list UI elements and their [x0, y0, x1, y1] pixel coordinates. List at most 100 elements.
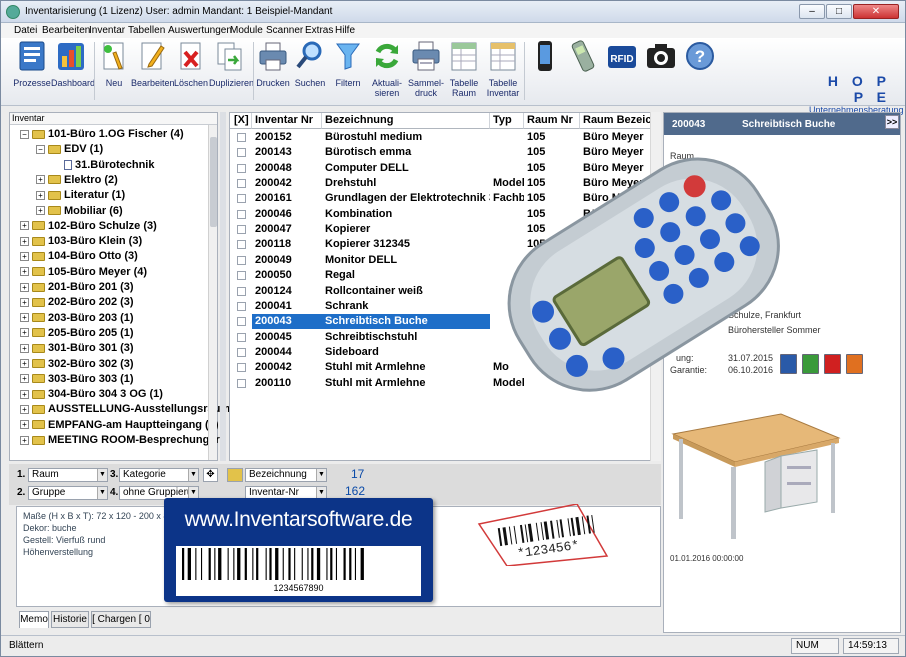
row-checkbox[interactable]	[237, 163, 246, 173]
pdf-file-icon[interactable]	[824, 354, 841, 374]
tree-node[interactable]: + Mobiliar (6)	[36, 204, 123, 219]
tree-node[interactable]: +205-Büro 205 (1)	[20, 326, 134, 341]
expand-icon[interactable]: +	[20, 389, 29, 399]
tab-historie[interactable]: Historie	[51, 611, 89, 628]
tab-chargen[interactable]: [ Chargen [ 0	[91, 611, 151, 628]
expand-icon[interactable]: +	[20, 221, 29, 231]
duplizieren-button[interactable]: Duplizieren	[209, 40, 254, 102]
group-select-1[interactable]: Raum ▼	[28, 468, 108, 482]
drucken-button[interactable]: Drucken	[255, 40, 291, 102]
bearbeiten-button[interactable]: Bearbeiten	[131, 40, 175, 102]
tabelle-raum-button[interactable]: Tabelle Raum	[445, 40, 483, 102]
table-row[interactable]: 200047 Kopierer 105	[230, 222, 660, 237]
move-button[interactable]: ✥	[203, 468, 218, 482]
expand-icon[interactable]: +	[20, 404, 29, 414]
expand-icon[interactable]: +	[20, 267, 29, 277]
tree-node[interactable]: + AUSSTELLUNG-Ausstellungsraum	[20, 402, 230, 417]
aktualisieren-button[interactable]: Aktuali- sieren	[367, 40, 407, 102]
menu-inventar[interactable]: Inventar	[89, 25, 125, 36]
menu-extras[interactable]: Extras	[305, 25, 333, 36]
expand-icon[interactable]: +	[20, 343, 29, 353]
expand-panel-button[interactable]: >>	[885, 115, 899, 129]
expand-icon[interactable]: +	[20, 359, 29, 369]
camera-button[interactable]	[643, 40, 679, 102]
close-button[interactable]: ✕	[853, 4, 899, 19]
tree-node[interactable]: +303-Büro 303 (1)	[20, 372, 134, 387]
table-row[interactable]: 200143 Bürotisch emma 105 Büro Meyer	[230, 145, 660, 160]
expand-icon[interactable]: +	[36, 190, 45, 200]
col-header-bezeichnung[interactable]: Bezeichnung	[322, 113, 490, 129]
tree-node[interactable]: +304-Büro 304 3 OG (1)	[20, 387, 163, 402]
expand-icon[interactable]: +	[20, 420, 29, 430]
tree-node[interactable]: +201-Büro 201 (3)	[20, 280, 134, 295]
row-checkbox[interactable]	[237, 363, 246, 373]
row-checkbox[interactable]	[237, 225, 246, 235]
tree-scrollbar[interactable]	[208, 125, 217, 460]
tree-node[interactable]: + Elektro (2)	[36, 173, 118, 188]
table-row[interactable]: 200049 Monitor DELL 105	[230, 253, 660, 268]
group-select-2[interactable]: Gruppe ▼	[28, 486, 108, 500]
row-checkbox[interactable]	[237, 301, 246, 311]
dashboard-button[interactable]: Dashboard	[51, 40, 95, 102]
table-row[interactable]: 200042 Drehstuhl Modell105 Büro Meyer	[230, 176, 660, 191]
row-checkbox[interactable]	[237, 286, 246, 296]
col-header-inventar-nr[interactable]: Inventar Nr	[252, 113, 322, 129]
row-checkbox[interactable]	[237, 378, 246, 388]
expand-icon[interactable]: +	[20, 374, 29, 384]
minimize-button[interactable]: –	[799, 4, 825, 19]
menu-hilfe[interactable]: Hilfe	[335, 25, 355, 36]
tree-node[interactable]: − EDV (1)	[36, 142, 103, 157]
excel-file-icon[interactable]	[802, 354, 819, 374]
row-checkbox[interactable]	[237, 179, 246, 189]
splitter[interactable]	[220, 112, 226, 461]
row-checkbox[interactable]	[237, 209, 246, 219]
expand-icon[interactable]: +	[20, 435, 29, 445]
loeschen-button[interactable]: Löschen	[173, 40, 209, 102]
table-row[interactable]: 200050 Regal 105	[230, 268, 660, 283]
col-header-raum-nr[interactable]: Raum Nr	[524, 113, 580, 129]
tabelle-inventar-button[interactable]: Tabelle Inventar	[483, 40, 523, 102]
collapse-icon[interactable]: −	[20, 129, 29, 139]
sort-select-1[interactable]: Bezeichnung ▼	[245, 468, 327, 482]
tree-node[interactable]: +102-Büro Schulze (3)	[20, 219, 157, 234]
expand-icon[interactable]: +	[20, 236, 29, 246]
tree-node[interactable]: +302-Büro 302 (3)	[20, 357, 134, 372]
row-checkbox[interactable]	[237, 332, 246, 342]
row-checkbox[interactable]	[237, 271, 246, 281]
tree-node[interactable]: +104-Büro Otto (3)	[20, 249, 138, 264]
grid-scrollbar[interactable]	[650, 112, 661, 461]
menu-datei[interactable]: Datei	[14, 25, 37, 36]
word-file-icon[interactable]	[780, 354, 797, 374]
filtern-button[interactable]: Filtern	[329, 40, 367, 102]
prozesse-button[interactable]: Prozesse	[13, 40, 51, 102]
tab-memo[interactable]: Memo	[19, 611, 49, 628]
row-checkbox[interactable]	[237, 240, 246, 250]
menu-bearbeiten[interactable]: Bearbeiten	[42, 25, 90, 36]
menu-auswertungen[interactable]: Auswertungen	[168, 25, 232, 36]
row-checkbox[interactable]	[237, 347, 246, 357]
tree-node[interactable]: +301-Büro 301 (3)	[20, 341, 134, 356]
sort-icon[interactable]	[227, 468, 243, 482]
tree-node[interactable]: − 101-Büro 1.OG Fischer (4)	[20, 127, 184, 142]
menu-scanner[interactable]: Scanner	[266, 25, 303, 36]
table-row[interactable]: 200110 Stuhl mit Armlehne Model	[230, 376, 660, 391]
suchen-button[interactable]: Suchen	[291, 40, 329, 102]
sammeldruck-button[interactable]: Sammel- druck	[407, 40, 445, 102]
col-header-typ[interactable]: Typ	[490, 113, 524, 129]
menu-module[interactable]: Module	[230, 25, 263, 36]
col-header-raum-bezeichnung[interactable]: Raum Bezeichn	[580, 113, 660, 129]
table-row[interactable]: 200118 Kopierer 312345 105	[230, 237, 660, 252]
group-select-3[interactable]: Kategorie ▼	[119, 468, 199, 482]
table-row[interactable]: 200048 Computer DELL 105 Büro Meyer	[230, 161, 660, 176]
mobile-button[interactable]	[527, 40, 563, 102]
table-row[interactable]: 200161 Grundlagen der Elektrotechnik 3 Fac…	[230, 191, 660, 206]
scanner-button[interactable]	[565, 40, 601, 102]
row-checkbox[interactable]	[237, 133, 246, 142]
tree-node[interactable]: + Literatur (1)	[36, 188, 125, 203]
table-row[interactable]: 200044 Sideboard	[230, 345, 660, 360]
tree-node[interactable]: 31.Bürotechnik	[52, 158, 154, 173]
tree-node[interactable]: + MEETING ROOM-Besprechungsr	[20, 433, 220, 448]
pdf-export-icon[interactable]	[846, 354, 863, 374]
col-header-check[interactable]: [X]	[230, 113, 252, 129]
row-checkbox[interactable]	[237, 255, 246, 265]
